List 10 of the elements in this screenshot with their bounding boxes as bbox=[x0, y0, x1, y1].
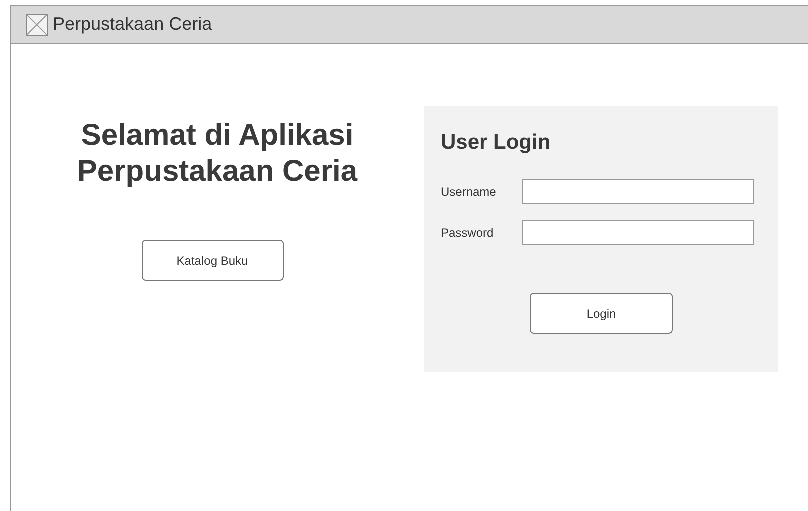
field-label: Username bbox=[441, 184, 498, 198]
window-title: Perpustakaan Ceria bbox=[53, 14, 212, 35]
catalog-button[interactable]: Katalog Buku bbox=[142, 240, 284, 281]
input-field[interactable] bbox=[522, 220, 754, 245]
image-placeholder-icon bbox=[26, 14, 48, 36]
login-heading: User Login bbox=[441, 131, 552, 155]
field-label: Password bbox=[441, 226, 495, 240]
welcome-heading: Selamat di Aplikasi Perpustakaan Ceria bbox=[76, 118, 359, 190]
input-field[interactable] bbox=[522, 179, 754, 204]
login-button[interactable]: Login bbox=[530, 293, 673, 334]
